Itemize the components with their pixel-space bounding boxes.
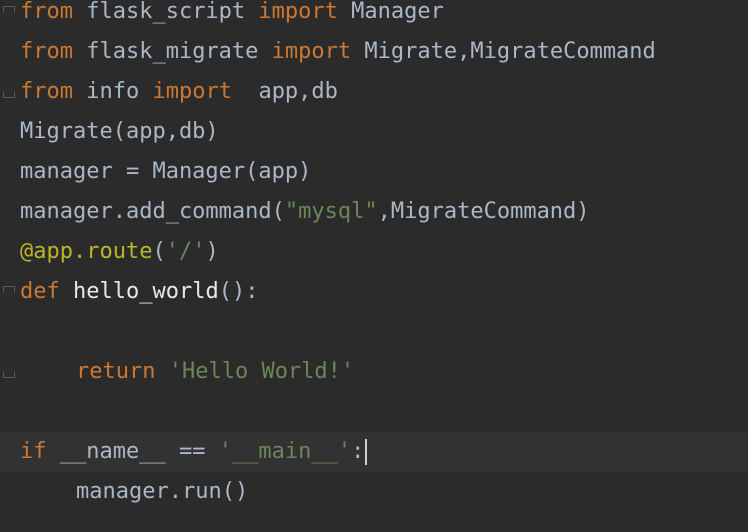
code-editor[interactable]: from flask_script import Manager from fl… bbox=[0, 0, 748, 532]
code-text: Migrate(app,db) bbox=[20, 119, 219, 144]
code-text: manager.run() bbox=[76, 479, 249, 504]
code-text: Migrate,MigrateCommand bbox=[351, 39, 656, 64]
code-line-8[interactable]: def hello_world(): bbox=[0, 272, 748, 312]
string-literal: 'Hello World!' bbox=[155, 359, 355, 384]
code-line-12[interactable]: if __name__ == '__main__': bbox=[0, 432, 748, 472]
keyword: return bbox=[76, 359, 156, 384]
code-text: : bbox=[351, 439, 365, 464]
code-line-5[interactable]: manager = Manager(app) bbox=[0, 152, 748, 192]
code-text: info bbox=[72, 79, 153, 104]
code-line-10[interactable]: return 'Hello World!' bbox=[0, 352, 748, 392]
keyword: import bbox=[271, 39, 352, 64]
keyword: from bbox=[20, 0, 73, 24]
keyword: def bbox=[20, 279, 60, 304]
code-text: __name__ == bbox=[46, 439, 219, 464]
code-text: flask_migrate bbox=[72, 39, 272, 64]
keyword: import bbox=[152, 79, 232, 104]
keyword: from bbox=[20, 39, 73, 64]
keyword: from bbox=[20, 79, 73, 104]
code-text: flask_script bbox=[72, 0, 259, 24]
string-literal: "mysql" bbox=[284, 199, 378, 224]
code-line-13[interactable]: manager.run() bbox=[0, 472, 748, 512]
code-line-6[interactable]: manager.add_command("mysql",MigrateComma… bbox=[0, 192, 748, 232]
code-line-4[interactable]: Migrate(app,db) bbox=[0, 112, 748, 152]
keyword: import bbox=[258, 0, 338, 24]
code-text: ,MigrateCommand) bbox=[377, 199, 590, 224]
code-line-1[interactable]: from flask_script import Manager bbox=[0, 0, 748, 32]
code-text: Manager bbox=[337, 0, 444, 24]
code-text: app,db bbox=[231, 79, 338, 104]
code-line-11[interactable] bbox=[0, 392, 748, 432]
keyword: if bbox=[20, 439, 47, 464]
code-line-7[interactable]: @app.route('/') bbox=[0, 232, 748, 272]
code-text: manager.add_command( bbox=[20, 199, 285, 224]
code-text: manager = Manager(app) bbox=[20, 159, 312, 184]
code-line-2[interactable]: from flask_migrate import Migrate,Migrat… bbox=[0, 32, 748, 72]
string-literal: '__main__' bbox=[218, 439, 352, 464]
code-text: (): bbox=[218, 279, 259, 304]
decorator: @app.route bbox=[20, 239, 153, 264]
string-literal: '/' bbox=[165, 239, 206, 264]
code-line-3[interactable]: from info import app,db bbox=[0, 72, 748, 112]
code-text: ) bbox=[205, 239, 219, 264]
code-text: ( bbox=[152, 239, 166, 264]
function-name: hello_world bbox=[59, 279, 219, 304]
text-caret bbox=[365, 439, 368, 465]
code-line-9[interactable] bbox=[0, 312, 748, 352]
